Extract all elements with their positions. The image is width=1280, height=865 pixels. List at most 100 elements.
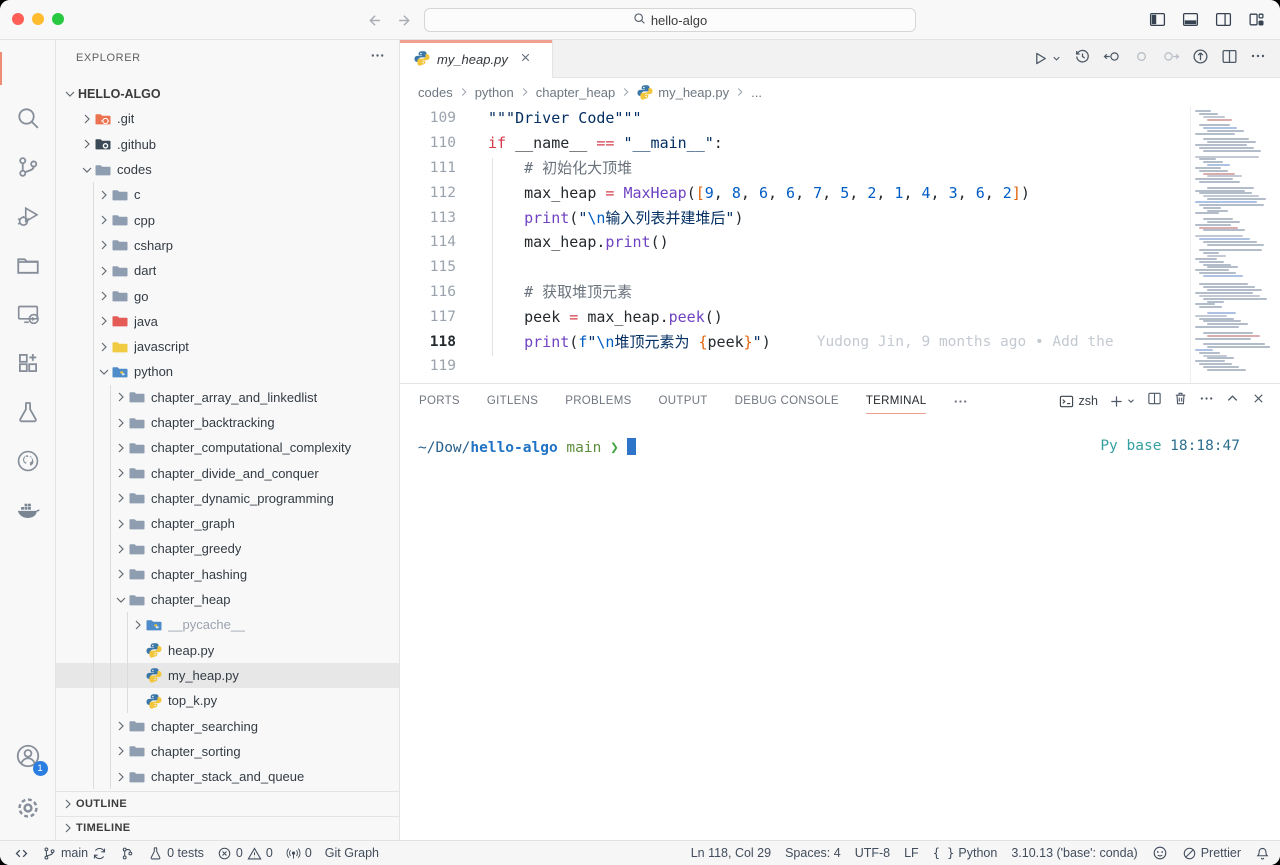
gitlens-graph-icon[interactable] [1192, 48, 1209, 70]
tab-my-heap[interactable]: my_heap.py [400, 40, 553, 78]
next-change-icon[interactable] [1162, 48, 1180, 70]
status-branch2[interactable] [120, 841, 135, 865]
breadcrumb-item[interactable]: my_heap.py [637, 84, 729, 100]
status-spaces-4[interactable]: Spaces: 4 [785, 841, 841, 865]
terminal-content[interactable]: ~/Dow/hello-algo main ❯ Py base 18:18:47 [400, 418, 1280, 456]
status-lf[interactable]: LF [904, 841, 919, 865]
code-editor[interactable]: 109"""Driver Code"""110if __name__ == "_… [400, 106, 1190, 383]
breadcrumb-item[interactable]: python [475, 85, 514, 100]
settings-gear-icon[interactable] [0, 782, 56, 834]
activity-extensions-icon[interactable] [0, 338, 56, 387]
panel-tab-terminal[interactable]: TERMINAL [866, 384, 927, 418]
editor-more-actions-icon[interactable] [1250, 48, 1266, 69]
file-heap-py[interactable]: heap.py [56, 638, 399, 663]
run-python-file-button[interactable] [1032, 50, 1062, 67]
status-bell[interactable] [1255, 841, 1270, 865]
folder-csharp[interactable]: csharp [56, 233, 399, 258]
previous-change-icon[interactable] [1133, 48, 1150, 70]
code-line-113[interactable]: 113 print("\n输入列表并建堆后") [400, 205, 1190, 230]
status-python[interactable]: { }Python [933, 841, 998, 865]
new-terminal-icon[interactable] [1109, 394, 1136, 409]
breadcrumb-item[interactable]: codes [418, 85, 453, 100]
folder-codes[interactable]: codes [56, 157, 399, 182]
folder-dart[interactable]: dart [56, 258, 399, 283]
toggle-panel-icon[interactable] [1180, 9, 1200, 29]
toggle-secondary-sidebar-icon[interactable] [1213, 9, 1233, 29]
activity-source-control-icon[interactable] [0, 142, 56, 191]
folder-chapter-heap[interactable]: chapter_heap [56, 587, 399, 612]
folder-chapter-hashing[interactable]: chapter_hashing [56, 562, 399, 587]
status-0[interactable]: 00 [217, 841, 273, 865]
close-window-button[interactable] [12, 13, 24, 25]
terminal-shell-selector[interactable]: zsh [1059, 394, 1098, 409]
toggle-sidebar-icon[interactable] [1147, 9, 1167, 29]
navigate-forward-button[interactable] [394, 9, 416, 31]
code-line-117[interactable]: 117 peek = max_heap.peek() [400, 304, 1190, 329]
activity-project-folder-icon[interactable] [0, 240, 56, 289]
command-center-search[interactable]: hello-algo [424, 8, 916, 32]
file-top-k-py[interactable]: top_k.py [56, 688, 399, 713]
file-my-heap-py[interactable]: my_heap.py [56, 663, 399, 688]
status-0[interactable]: 0 [286, 841, 312, 865]
code-line-110[interactable]: 110if __name__ == "__main__": [400, 131, 1190, 156]
code-line-111[interactable]: 111 # 初始化大顶堆 [400, 156, 1190, 181]
activity-github-icon[interactable] [0, 436, 56, 485]
folder-chapter-backtracking[interactable]: chapter_backtracking [56, 410, 399, 435]
status-utf-8[interactable]: UTF-8 [855, 841, 890, 865]
kill-terminal-icon[interactable] [1173, 391, 1188, 411]
status-octoface[interactable] [1152, 841, 1168, 865]
folder-c[interactable]: c [56, 182, 399, 207]
close-panel-icon[interactable] [1251, 391, 1266, 411]
status-3-10-13-base-conda-[interactable]: 3.10.13 ('base': conda) [1011, 841, 1137, 865]
folder-chapter-dynamic-programming[interactable]: chapter_dynamic_programming [56, 486, 399, 511]
folder-chapter-sorting[interactable]: chapter_sorting [56, 739, 399, 764]
maximize-panel-icon[interactable] [1225, 391, 1240, 411]
activity-testing-icon[interactable] [0, 387, 56, 436]
zoom-window-button[interactable] [52, 13, 64, 25]
panel-tab-output[interactable]: OUTPUT [659, 384, 708, 418]
folder-chapter-computational-complexity[interactable]: chapter_computational_complexity [56, 435, 399, 460]
status-ln-118-col-29[interactable]: Ln 118, Col 29 [691, 841, 771, 865]
panel-tab-problems[interactable]: PROBLEMS [565, 384, 631, 418]
panel-more-tabs-icon[interactable] [953, 384, 968, 418]
status-main[interactable]: main [42, 841, 107, 865]
folder-javascript[interactable]: javascript [56, 334, 399, 359]
folder-chapter-greedy[interactable]: chapter_greedy [56, 536, 399, 561]
breadcrumb-item[interactable]: chapter_heap [536, 85, 616, 100]
folder--github[interactable]: .github [56, 132, 399, 157]
folder-cpp[interactable]: cpp [56, 207, 399, 232]
close-tab-icon[interactable] [519, 51, 532, 67]
status-remote[interactable] [14, 841, 29, 865]
activity-search-icon[interactable] [0, 93, 56, 142]
code-line-116[interactable]: 116 # 获取堆顶元素 [400, 280, 1190, 305]
minimap[interactable] [1190, 106, 1270, 383]
code-line-114[interactable]: 114 max_heap.print() [400, 230, 1190, 255]
folder-chapter-stack-and-queue[interactable]: chapter_stack_and_queue [56, 764, 399, 789]
folder--pycache-[interactable]: __pycache__ [56, 612, 399, 637]
folder-hello-algo[interactable]: HELLO-ALGO [56, 81, 399, 106]
code-line-109[interactable]: 109"""Driver Code""" [400, 106, 1190, 131]
section-timeline[interactable]: TIMELINE [56, 816, 399, 841]
folder-chapter-divide-and-conquer[interactable]: chapter_divide_and_conquer [56, 460, 399, 485]
folder-chapter-searching[interactable]: chapter_searching [56, 713, 399, 738]
accounts-icon[interactable]: 1 [0, 730, 56, 782]
status-prettier[interactable]: Prettier [1182, 841, 1241, 865]
customize-layout-icon[interactable] [1246, 9, 1266, 29]
section-outline[interactable]: OUTLINE [56, 791, 399, 816]
folder-java[interactable]: java [56, 309, 399, 334]
status-0-tests[interactable]: 0 tests [148, 841, 204, 865]
split-editor-icon[interactable] [1221, 48, 1238, 70]
split-terminal-icon[interactable] [1147, 391, 1162, 411]
folder-go[interactable]: go [56, 283, 399, 308]
panel-more-actions-icon[interactable] [1199, 391, 1214, 411]
activity-remote-explorer-icon[interactable] [0, 289, 56, 338]
folder-python[interactable]: python [56, 359, 399, 384]
code-line-118[interactable]: 118 print(f"\n堆顶元素为 {peek}")Yudong Jin, … [400, 329, 1190, 354]
folder--git[interactable]: .git [56, 106, 399, 131]
folder-chapter-array-and-linkedlist[interactable]: chapter_array_and_linkedlist [56, 385, 399, 410]
status-git-graph[interactable]: Git Graph [325, 841, 379, 865]
explorer-more-actions-icon[interactable] [370, 48, 385, 68]
panel-tab-gitlens[interactable]: GITLENS [487, 384, 538, 418]
code-line-115[interactable]: 115 [400, 255, 1190, 280]
minimize-window-button[interactable] [32, 13, 44, 25]
